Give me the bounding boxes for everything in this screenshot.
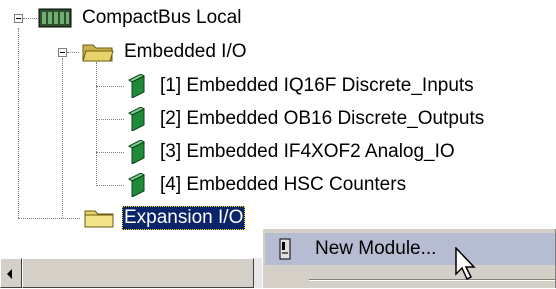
scroll-thumb[interactable] bbox=[22, 258, 254, 288]
tree-node-label: Expansion I/O bbox=[122, 206, 246, 230]
tree-node-expansion-io[interactable]: Expansion I/O bbox=[84, 205, 246, 231]
tree-line bbox=[62, 58, 63, 218]
menu-separator bbox=[309, 279, 555, 281]
chassis-icon bbox=[38, 7, 72, 29]
module-icon bbox=[128, 107, 150, 131]
tree-line bbox=[18, 62, 19, 218]
tree-line bbox=[96, 62, 97, 186]
tree-node-module[interactable]: [1] Embedded IQ16F Discrete_Inputs bbox=[128, 73, 476, 99]
tree-node-module[interactable]: [3] Embedded IF4XOF2 Analog_IO bbox=[128, 139, 457, 165]
menu-item-new-module[interactable]: New Module... bbox=[265, 233, 555, 265]
module-slot-icon bbox=[277, 238, 293, 266]
tree-line bbox=[67, 52, 79, 53]
tree-line bbox=[18, 218, 80, 219]
tree-node-module[interactable]: [4] Embedded HSC Counters bbox=[128, 172, 408, 198]
tree-node-label: [3] Embedded IF4XOF2 Analog_IO bbox=[160, 141, 455, 162]
mouse-cursor-icon bbox=[455, 246, 479, 289]
tree-line bbox=[23, 18, 37, 19]
tree-node-label: Embedded I/O bbox=[124, 41, 247, 62]
module-icon bbox=[128, 74, 150, 98]
module-icon bbox=[128, 173, 150, 197]
context-menu: New Module... bbox=[262, 228, 556, 288]
open-folder-icon bbox=[82, 41, 114, 63]
folder-icon bbox=[84, 207, 114, 229]
tree-node-label: CompactBus Local bbox=[82, 7, 242, 28]
collapse-toggle[interactable] bbox=[14, 14, 23, 23]
tree-node-label: [1] Embedded IQ16F Discrete_Inputs bbox=[160, 75, 474, 96]
tree-line bbox=[96, 152, 124, 153]
tree-line bbox=[96, 119, 124, 120]
tree-node-module[interactable]: [2] Embedded OB16 Discrete_Outputs bbox=[128, 106, 486, 132]
tree-line bbox=[96, 185, 124, 186]
tree-node-embedded-io[interactable]: Embedded I/O bbox=[82, 39, 249, 65]
collapse-toggle[interactable] bbox=[58, 48, 67, 57]
tree-node-compactbus[interactable]: CompactBus Local bbox=[38, 5, 243, 31]
horizontal-scrollbar[interactable] bbox=[0, 258, 262, 288]
scroll-left-button[interactable] bbox=[0, 258, 22, 288]
tree-node-label: [2] Embedded OB16 Discrete_Outputs bbox=[160, 108, 485, 129]
module-icon bbox=[128, 140, 150, 164]
tree-line bbox=[96, 86, 124, 87]
tree-line bbox=[18, 28, 19, 62]
menu-item-label: New Module... bbox=[315, 238, 437, 259]
tree-node-label: [4] Embedded HSC Counters bbox=[160, 174, 407, 195]
